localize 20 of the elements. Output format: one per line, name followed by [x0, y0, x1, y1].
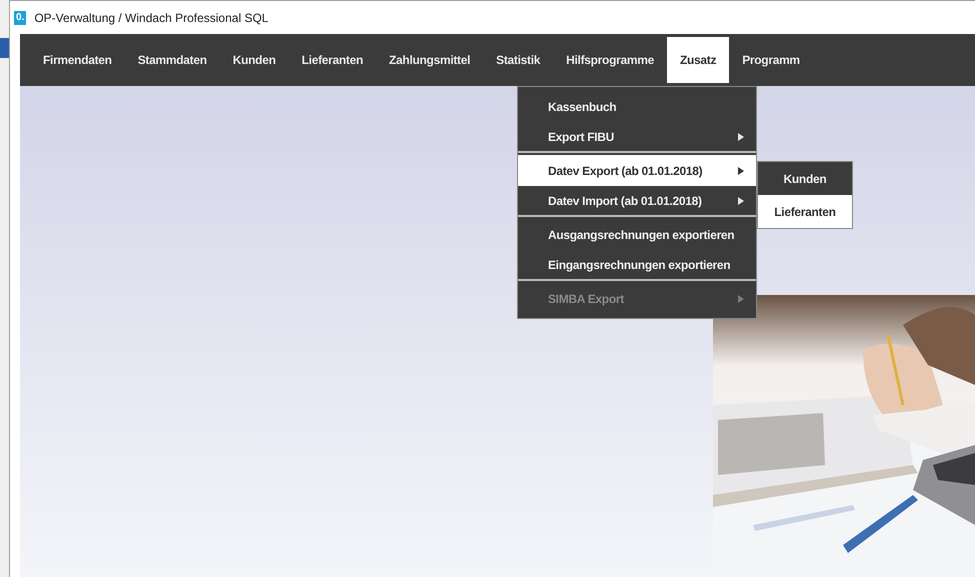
menu-item[interactable]: Lieferanten [288, 37, 376, 83]
app-logo-icon: 0. [14, 10, 26, 24]
menu-item[interactable]: Stammdaten [124, 37, 220, 83]
dropdown-item[interactable]: Datev Export (ab 01.01.2018) [518, 155, 756, 186]
submenu-item[interactable]: Kunden [758, 162, 852, 195]
dropdown-item[interactable]: Ausgangsrechnungen exportieren [518, 219, 756, 250]
menu-item[interactable]: Firmendaten [30, 37, 125, 83]
submenu-arrow-icon [738, 132, 744, 140]
window-title: OP-Verwaltung / Windach Professional SQL [34, 10, 268, 26]
menu-item[interactable]: Kunden [220, 37, 289, 83]
menu-item[interactable]: Programm [729, 37, 813, 83]
dropdown-item[interactable]: Kassenbuch [518, 91, 756, 122]
menu-item[interactable]: Zusatz [666, 37, 730, 83]
menu-item[interactable]: Zahlungsmittel [376, 37, 484, 83]
submenu-arrow-icon [738, 196, 744, 204]
menu-item[interactable]: Statistik [483, 37, 554, 83]
submenu-arrow-icon [738, 166, 744, 174]
submenu-item[interactable]: Lieferanten [758, 195, 852, 228]
submenu-arrow-icon [738, 294, 744, 302]
menu-item[interactable]: Hilfsprogramme [553, 37, 667, 83]
